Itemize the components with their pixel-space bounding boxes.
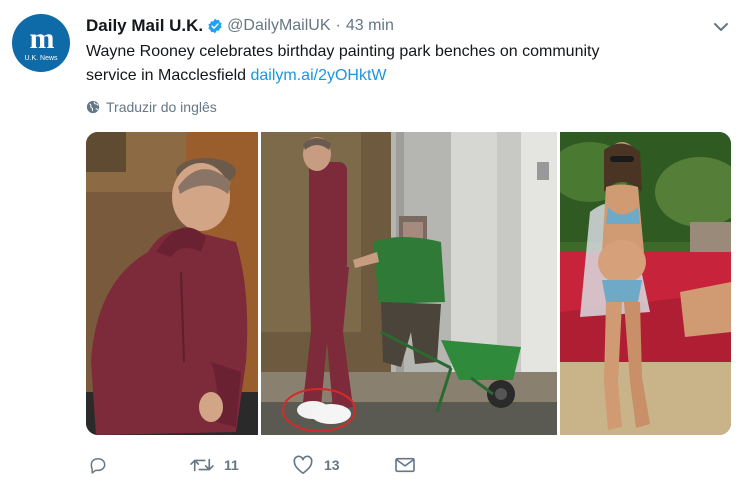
chevron-down-icon[interactable]	[712, 18, 730, 36]
tweet-text: Wayne Rooney celebrates birthday paintin…	[86, 40, 696, 88]
reply-icon	[90, 458, 106, 474]
tweet-text-line2: service in Macclesfield	[86, 67, 251, 84]
separator-dot: ·	[335, 17, 341, 34]
avatar[interactable]: m U.K. News	[12, 14, 70, 72]
retweet-button[interactable]: 11	[190, 452, 239, 478]
like-count: 13	[324, 457, 340, 473]
direct-message-button[interactable]	[394, 452, 426, 478]
author-handle[interactable]: @DailyMailUK	[227, 17, 330, 35]
like-button[interactable]: 13	[292, 452, 340, 478]
tweet-link[interactable]: dailym.ai/2yOHktW	[251, 67, 387, 84]
photo-community-service-image	[261, 132, 557, 435]
tweet-text-line1: Wayne Rooney celebrates birthday paintin…	[86, 43, 600, 60]
envelope-icon	[395, 457, 415, 473]
tweet-actions: 11 13	[86, 452, 486, 478]
retweet-icon	[190, 458, 214, 472]
tweet: m U.K. News Daily Mail U.K. @DailyMailUK…	[0, 0, 750, 500]
reply-button[interactable]	[88, 452, 118, 478]
retweet-count: 11	[224, 457, 239, 473]
tweet-header: Daily Mail U.K. @DailyMailUK · 43 min	[86, 15, 394, 37]
photo-rooney-hoodie[interactable]	[86, 132, 258, 435]
globe-icon	[86, 100, 100, 114]
photo-rooney-hoodie-image	[86, 132, 258, 435]
author-name[interactable]: Daily Mail U.K.	[86, 16, 203, 36]
translate-label: Traduzir do inglês	[106, 99, 217, 115]
photo-beach-image	[560, 132, 731, 435]
avatar-logo-subtext: U.K. News	[24, 55, 58, 62]
translate-link[interactable]: Traduzir do inglês	[86, 99, 217, 115]
photo-beach[interactable]	[560, 132, 731, 435]
tweet-media-grid[interactable]	[86, 132, 731, 435]
avatar-logo-mark: m	[29, 22, 55, 55]
tweet-timestamp[interactable]: 43 min	[346, 17, 394, 35]
heart-icon	[293, 455, 313, 474]
photo-community-service[interactable]	[261, 132, 557, 435]
verified-badge-icon	[208, 18, 222, 34]
